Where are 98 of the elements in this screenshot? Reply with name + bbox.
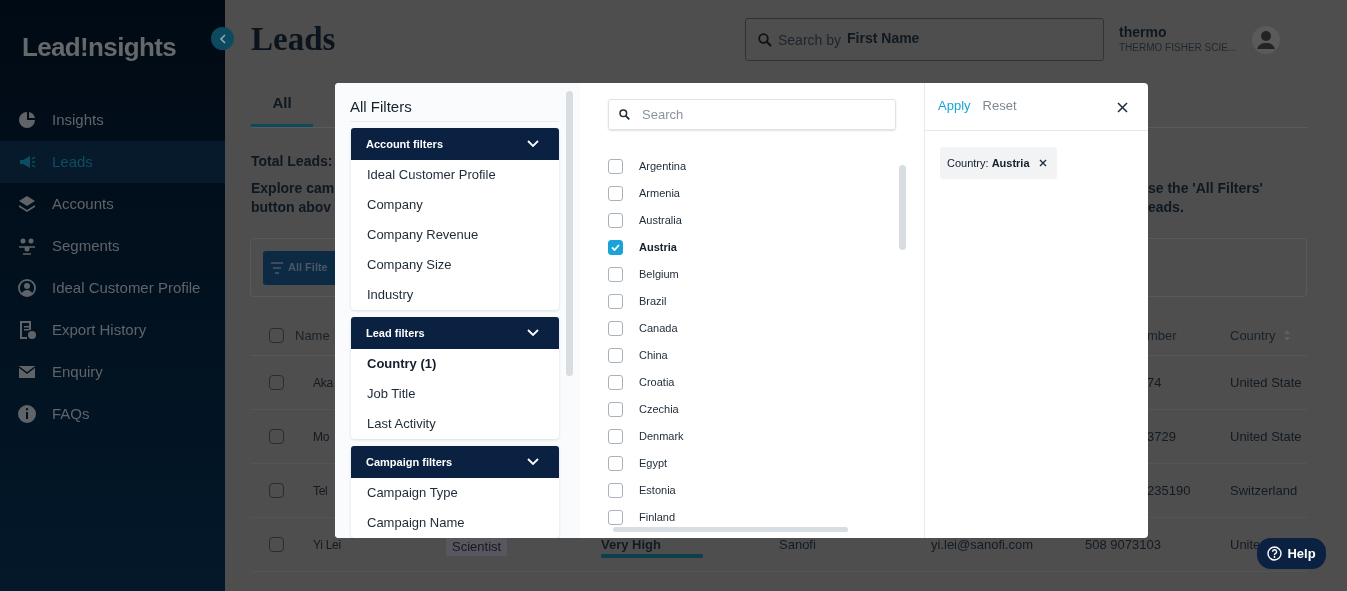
envelope-icon — [18, 363, 36, 381]
checkbox[interactable] — [608, 213, 623, 228]
logo: Lead!nsights — [22, 31, 176, 62]
people-icon — [18, 237, 36, 255]
country-option[interactable]: Estonia — [608, 477, 924, 504]
filter-icon — [270, 261, 284, 274]
close-button[interactable] — [1117, 102, 1128, 113]
search-input[interactable]: Search — [642, 104, 862, 125]
description-text: Explore cam — [251, 179, 335, 198]
table-cell: 235190 — [1147, 482, 1191, 498]
table-cell: 74 — [1147, 374, 1162, 390]
document-icon — [18, 321, 36, 339]
search-field[interactable]: Search — [608, 99, 896, 130]
total-leads-label: Total Leads: — [251, 152, 333, 169]
filter-option[interactable]: Job Title — [351, 379, 559, 409]
filter-option[interactable]: Company Revenue — [351, 220, 559, 250]
filter-option[interactable]: Campaign Name — [351, 508, 559, 538]
checkbox[interactable] — [608, 348, 623, 363]
checkbox[interactable] — [608, 483, 623, 498]
megaphone-icon — [18, 153, 36, 171]
pie-chart-icon — [18, 111, 36, 129]
search-icon — [619, 109, 630, 120]
checkbox[interactable] — [608, 294, 623, 309]
filter-option[interactable]: Industry — [351, 280, 559, 310]
dialog-title: All Filters — [350, 83, 559, 122]
table-cell: 508 9073103 — [1085, 536, 1161, 552]
table-cell: Aka — [313, 375, 333, 390]
avatar-icon[interactable] — [1252, 26, 1280, 54]
filter-option[interactable]: Company Size — [351, 250, 559, 280]
checkbox[interactable] — [608, 429, 623, 444]
checkbox[interactable] — [608, 186, 623, 201]
checkbox[interactable] — [269, 375, 284, 390]
remove-chip-button[interactable] — [1038, 159, 1047, 167]
table-cell: Yi Lei — [313, 537, 341, 552]
description-text: se the 'All Filters' — [1148, 179, 1264, 198]
checkbox[interactable] — [608, 456, 623, 471]
table-cell: Sanofi — [779, 536, 816, 552]
country-option[interactable]: Egypt — [608, 450, 924, 477]
country-option[interactable]: Brazil — [608, 288, 924, 315]
filter-chip: Country: Austria — [940, 147, 1057, 179]
chevron-down-icon — [527, 458, 539, 466]
country-option[interactable]: Croatia — [608, 369, 924, 396]
chevron-down-icon — [527, 140, 539, 148]
country-option[interactable]: Australia — [608, 207, 924, 234]
help-button[interactable]: Help — [1257, 538, 1326, 569]
country-option[interactable]: Belgium — [608, 261, 924, 288]
filter-group-header[interactable]: Lead filters — [351, 317, 559, 349]
checkbox[interactable] — [608, 510, 623, 525]
close-icon — [1038, 159, 1047, 167]
checkbox[interactable] — [269, 483, 284, 498]
score-label: Very High — [601, 539, 661, 551]
checkmark-icon — [611, 244, 620, 251]
search-icon — [758, 32, 772, 47]
scrollbar[interactable] — [899, 165, 906, 250]
checkbox[interactable] — [608, 240, 623, 255]
table-cell: Mo — [313, 429, 330, 444]
info-icon — [18, 405, 36, 423]
table-cell: Tel — [313, 483, 328, 498]
description-text: button abov — [251, 198, 333, 217]
chevron-down-icon — [527, 329, 539, 337]
table-cell: Switzerland — [1230, 482, 1298, 498]
filter-group-header[interactable]: Account filters — [351, 128, 559, 160]
table-cell: 3729 — [1147, 428, 1176, 444]
filter-option[interactable]: Campaign Type — [351, 478, 559, 508]
checkbox[interactable] — [269, 429, 284, 444]
checkbox[interactable] — [608, 321, 623, 336]
table-cell: United State — [1230, 374, 1302, 390]
table-cell: yi.lei@sanofi.com — [931, 536, 1034, 552]
table-cell: United State — [1230, 428, 1302, 444]
checkbox[interactable] — [608, 159, 623, 174]
reset-button[interactable]: Reset — [982, 96, 1017, 116]
filter-option[interactable]: Ideal Customer Profile — [351, 160, 559, 190]
checkbox[interactable] — [269, 537, 284, 552]
help-icon — [1267, 546, 1283, 561]
checkbox[interactable] — [608, 375, 623, 390]
filter-option[interactable]: Last Activity — [351, 409, 559, 439]
country-option[interactable]: Canada — [608, 315, 924, 342]
scrollbar[interactable] — [566, 91, 573, 376]
country-option[interactable]: Austria — [608, 234, 924, 261]
country-option[interactable]: Argentina — [608, 153, 924, 180]
filter-option[interactable]: Country (1) — [351, 349, 559, 379]
scrollbar[interactable] — [613, 527, 848, 532]
country-option[interactable]: Finland — [608, 504, 924, 528]
user-name: thermo — [1119, 24, 1168, 41]
filter-option[interactable]: Company — [351, 190, 559, 220]
checkbox[interactable] — [608, 402, 623, 417]
checkbox[interactable] — [269, 328, 284, 343]
close-icon — [1117, 102, 1128, 113]
country-option[interactable]: Czechia — [608, 396, 924, 423]
country-option[interactable]: Denmark — [608, 423, 924, 450]
filter-group-header[interactable]: Campaign filters — [351, 446, 559, 478]
country-option[interactable]: China — [608, 342, 924, 369]
checkbox[interactable] — [608, 267, 623, 282]
chevron-left-icon — [218, 33, 227, 44]
description-text: eads. — [1148, 198, 1185, 217]
page-title: Leads — [251, 20, 337, 59]
layers-icon — [18, 195, 36, 213]
country-option[interactable]: Armenia — [608, 180, 924, 207]
